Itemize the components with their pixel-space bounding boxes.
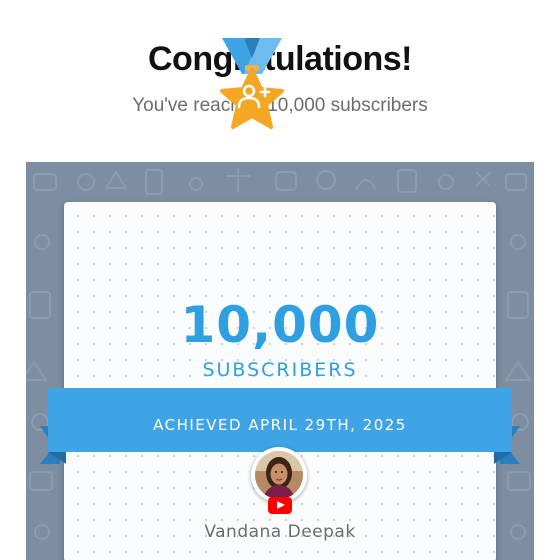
youtube-icon	[268, 497, 292, 514]
avatar-photo	[255, 451, 303, 499]
play-icon	[277, 501, 285, 509]
achieved-date-text: ACHIEVED APRIL 29TH, 2025	[153, 416, 407, 434]
channel-avatar	[251, 447, 307, 503]
medal-star-icon	[220, 65, 284, 129]
channel-name: Vandana Deepak	[204, 522, 356, 542]
milestone-number: 10,000	[180, 296, 380, 354]
milestone-screen: { "header": { "title": "Congratulations!…	[0, 0, 560, 560]
milestone-unit-label: SUBSCRIBERS	[202, 359, 358, 381]
